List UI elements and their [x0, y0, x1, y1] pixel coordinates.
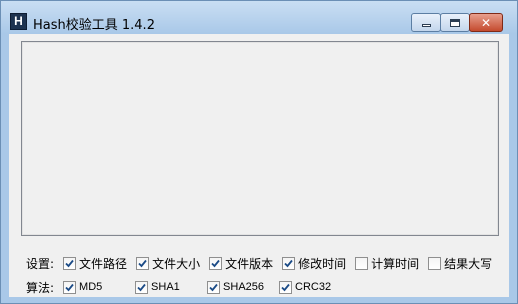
- checkbox-modified-time[interactable]: 修改时间: [282, 255, 346, 272]
- checkbox-box[interactable]: [279, 280, 293, 294]
- maximize-icon: [450, 18, 460, 27]
- window-title: Hash校验工具 1.4.2: [33, 18, 155, 33]
- checkbox-box[interactable]: [209, 256, 223, 270]
- checkbox-label: 文件大小: [152, 256, 201, 271]
- checkbox-label: CRC32: [295, 281, 332, 293]
- minimize-button[interactable]: [411, 13, 441, 32]
- close-icon: ✕: [480, 15, 492, 30]
- check-icon: [284, 259, 293, 267]
- drop-result-area[interactable]: [21, 41, 499, 236]
- settings-label: 设置:: [26, 256, 55, 271]
- checkbox-file-path[interactable]: 文件路径: [63, 255, 127, 272]
- check-icon: [65, 283, 74, 291]
- settings-row: 设置: 文件路径 文件大小 文件版本 修改时间 计算时间 结果大写: [26, 254, 492, 272]
- checkbox-box[interactable]: [282, 256, 296, 270]
- checkbox-box[interactable]: [63, 280, 77, 294]
- checkbox-box[interactable]: [136, 256, 150, 270]
- checkbox-box[interactable]: [63, 256, 77, 270]
- maximize-button[interactable]: [440, 13, 470, 32]
- checkbox-sha256[interactable]: SHA256: [207, 280, 279, 294]
- checkbox-box[interactable]: [207, 280, 221, 294]
- check-icon: [65, 259, 74, 267]
- checkbox-file-size[interactable]: 文件大小: [136, 255, 200, 272]
- checkbox-compute-time[interactable]: 计算时间: [355, 255, 419, 272]
- minimize-icon: [421, 24, 431, 27]
- check-icon: [281, 283, 290, 291]
- checkbox-label: 计算时间: [371, 256, 420, 271]
- checkbox-label: MD5: [79, 281, 103, 293]
- title-bar[interactable]: H Hash校验工具 1.4.2 ✕: [1, 1, 517, 34]
- checkbox-label: 修改时间: [298, 256, 347, 271]
- check-icon: [138, 259, 147, 267]
- checkbox-label: 文件路径: [79, 256, 128, 271]
- checkbox-box[interactable]: [355, 256, 369, 270]
- client-area: 设置: 文件路径 文件大小 文件版本 修改时间 计算时间 结果大写 算法: MD…: [9, 34, 509, 297]
- algorithms-label: 算法:: [26, 280, 55, 295]
- algorithms-row: 算法: MD5 SHA1 SHA256 CRC32: [26, 278, 331, 296]
- app-icon: H: [10, 13, 27, 30]
- checkbox-label: SHA1: [151, 281, 180, 293]
- main-window: H Hash校验工具 1.4.2 ✕ 设置: 文件路径 文件大小 文件版本 修改…: [0, 0, 518, 304]
- check-icon: [209, 283, 218, 291]
- check-icon: [211, 259, 220, 267]
- caption-buttons: ✕: [411, 13, 503, 32]
- close-button[interactable]: ✕: [469, 13, 503, 32]
- checkbox-label: 文件版本: [225, 256, 274, 271]
- checkbox-file-version[interactable]: 文件版本: [209, 255, 273, 272]
- checkbox-uppercase-result[interactable]: 结果大写: [428, 255, 492, 272]
- checkbox-box[interactable]: [428, 256, 442, 270]
- checkbox-label: SHA256: [223, 281, 265, 293]
- checkbox-crc32[interactable]: CRC32: [279, 280, 332, 294]
- check-icon: [137, 283, 146, 291]
- checkbox-md5[interactable]: MD5: [63, 280, 135, 294]
- checkbox-box[interactable]: [135, 280, 149, 294]
- checkbox-label: 结果大写: [444, 256, 493, 271]
- checkbox-sha1[interactable]: SHA1: [135, 280, 207, 294]
